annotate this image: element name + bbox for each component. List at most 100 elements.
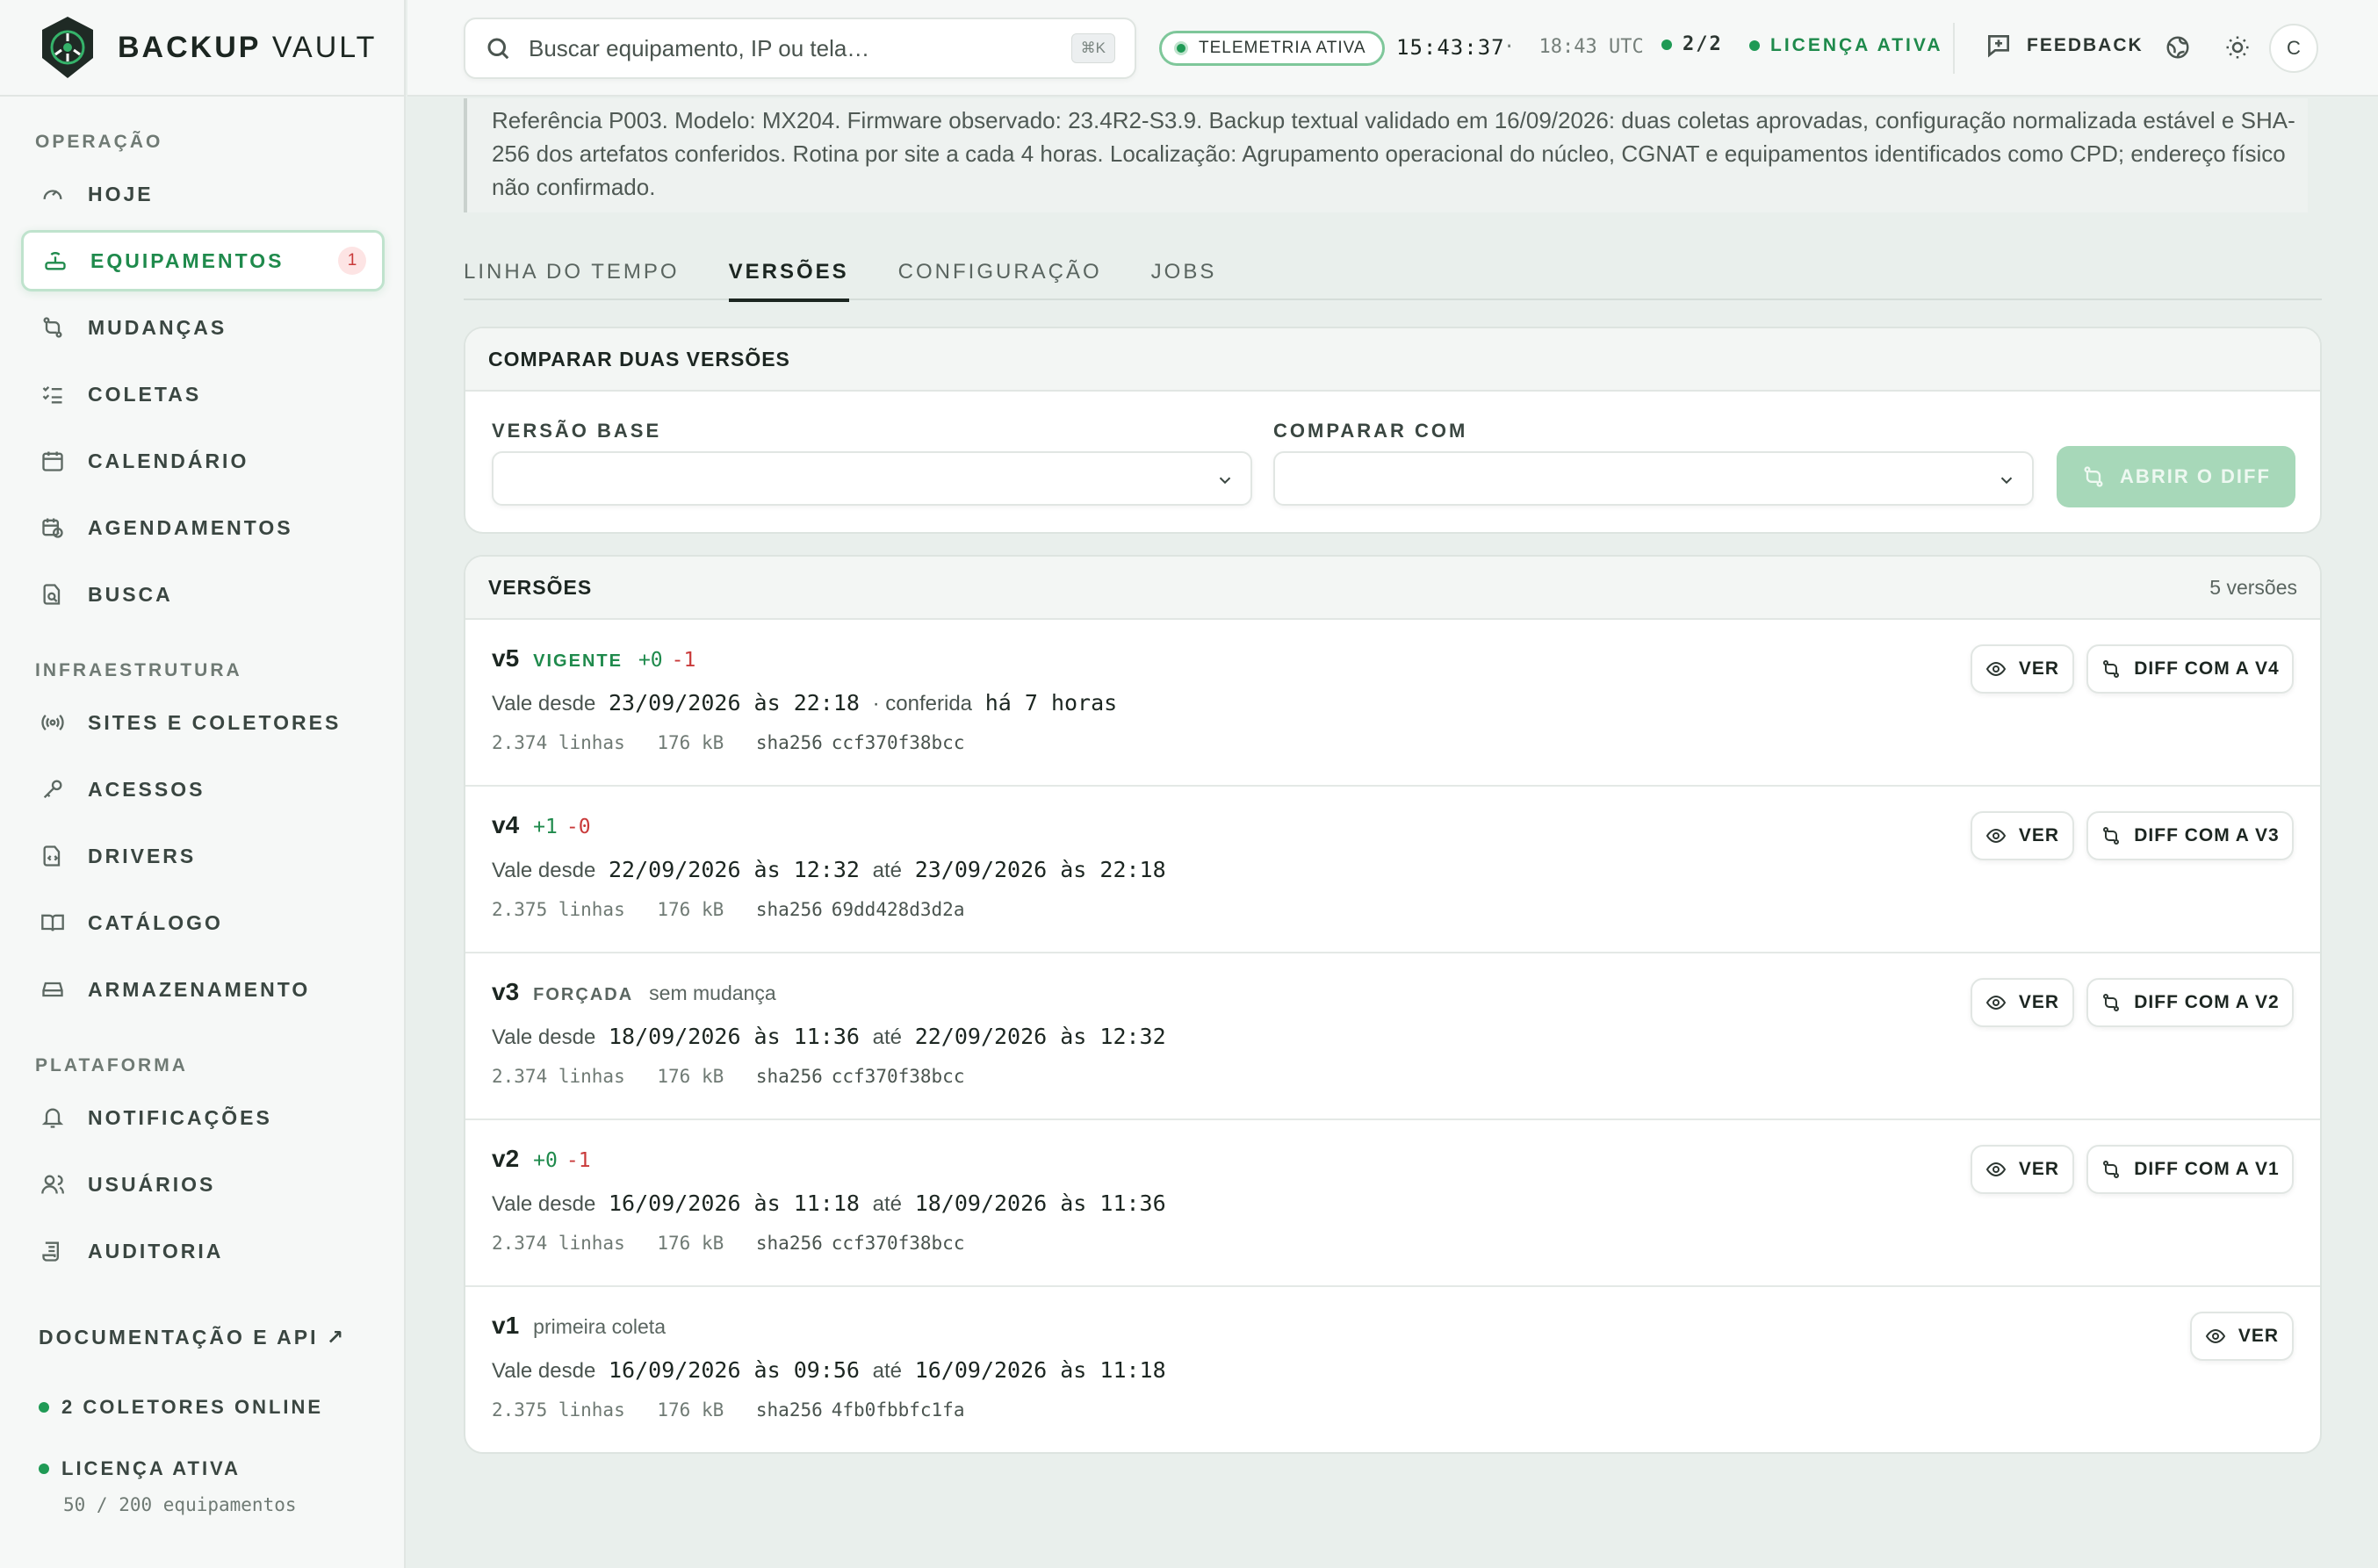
open-diff-label: ABRIR O DIFF xyxy=(2120,465,2271,487)
view-version-button[interactable]: VER xyxy=(1971,978,2074,1027)
router-icon xyxy=(41,247,69,275)
diff-label: DIFF COM A V4 xyxy=(2134,658,2280,679)
versions-count: 5 versões xyxy=(2209,575,2297,599)
collectors-status-label: 2 COLETORES ONLINE xyxy=(61,1396,324,1418)
sidebar-item-equipamentos[interactable]: EQUIPAMENTOS 1 xyxy=(21,230,385,291)
sidebar-item-label: AGENDAMENTOS xyxy=(88,515,293,539)
tab-versoes[interactable]: VERSÕES xyxy=(728,246,849,302)
view-version-button[interactable]: VER xyxy=(2190,1312,2294,1361)
diff-label: DIFF COM A V1 xyxy=(2134,1159,2280,1179)
validity-connector: · conferida xyxy=(872,692,973,716)
compare-card: COMPARAR DUAS VERSÕES VERSÃO BASE COMPAR… xyxy=(464,327,2322,534)
tab-jobs[interactable]: JOBS xyxy=(1151,246,1217,300)
view-version-button[interactable]: VER xyxy=(1971,644,2074,694)
eye-icon xyxy=(1985,661,2007,677)
sidebar-item-coletas[interactable]: COLETAS xyxy=(21,363,385,425)
validity-period: Vale desde 16/09/2026 às 09:56 até 16/09… xyxy=(492,1357,1173,1384)
list-checks-icon xyxy=(39,380,67,408)
base-version-label: VERSÃO BASE xyxy=(492,420,662,442)
sidebar-item-calendario[interactable]: CALENDÁRIO xyxy=(21,430,385,492)
search-placeholder: Buscar equipamento, IP ou tela… xyxy=(529,34,870,61)
version-name: v4 xyxy=(492,811,520,838)
checksum-label: sha256 xyxy=(755,899,823,920)
sidebar-item-catalogo[interactable]: CATÁLOGO xyxy=(21,892,385,953)
valid-to: 22/09/2026 às 12:32 xyxy=(914,1024,1166,1049)
vault-logo-icon xyxy=(42,17,93,78)
sidebar-item-notificacoes[interactable]: NOTIFICAÇÕES xyxy=(21,1087,385,1148)
view-version-button[interactable]: VER xyxy=(1971,1145,2074,1194)
tab-linha-do-tempo[interactable]: LINHA DO TEMPO xyxy=(464,246,680,300)
theme-toggle-button[interactable] xyxy=(2220,30,2255,65)
view-label: VER xyxy=(2237,1326,2280,1346)
version-row: v2 +0 -1 Vale desde 16/09/2026 às 11:18 … xyxy=(465,1120,2320,1287)
license-usage: 50 / 200 equipamentos xyxy=(63,1494,297,1515)
validity-prefix: Vale desde xyxy=(492,692,596,716)
documentation-link[interactable]: DOCUMENTAÇÃO E API ↗ xyxy=(39,1326,346,1349)
checksum-label: sha256 xyxy=(755,1066,823,1087)
checksum-value: ccf370f38bcc xyxy=(831,1066,965,1087)
version-header: v1 primeira coleta xyxy=(492,1312,666,1340)
diff-version-button[interactable]: DIFF COM A V3 xyxy=(2086,811,2294,860)
brand[interactable]: BACKUP VAULT xyxy=(0,0,404,97)
globe-icon xyxy=(2166,36,2189,59)
utc-clock-value: 18:43 UTC xyxy=(1538,36,1644,58)
line-count: 2.374 linhas xyxy=(492,732,625,753)
version-name: v1 xyxy=(492,1312,520,1339)
sidebar-item-auditoria[interactable]: AUDITORIA xyxy=(21,1220,385,1282)
eye-icon xyxy=(1985,995,2007,1011)
view-label: VER xyxy=(2018,825,2060,845)
view-label: VER xyxy=(2018,992,2060,1012)
version-header: v2 +0 -1 xyxy=(492,1145,591,1173)
valid-to: 23/09/2026 às 22:18 xyxy=(914,857,1166,882)
version-metadata: 2.374 linhas 176 kB sha256 ccf370f38bcc xyxy=(492,732,1006,753)
lines-added: +0 xyxy=(533,1149,558,1172)
sidebar-item-label: SITES E COLETORES xyxy=(88,710,342,734)
sidebar-item-hoje[interactable]: HOJE xyxy=(21,163,385,225)
checksum: sha256 ccf370f38bcc xyxy=(756,1233,986,1254)
view-version-button[interactable]: VER xyxy=(1971,811,2074,860)
sidebar-item-acessos[interactable]: ACESSOS xyxy=(21,759,385,820)
sidebar-item-usuarios[interactable]: USUÁRIOS xyxy=(21,1154,385,1215)
tab-configuracao[interactable]: CONFIGURAÇÃO xyxy=(898,246,1102,300)
valid-from: 18/09/2026 às 11:36 xyxy=(608,1024,860,1049)
license-status: LICENÇA ATIVA xyxy=(39,1457,241,1480)
bell-icon xyxy=(39,1104,67,1132)
validity-connector: até xyxy=(872,859,903,882)
git-compare-icon xyxy=(2103,1161,2120,1178)
checksum-label: sha256 xyxy=(755,1399,823,1421)
eye-icon xyxy=(1985,1162,2007,1177)
telemetry-label: TELEMETRIA ATIVA xyxy=(1199,39,1366,57)
diff-version-button[interactable]: DIFF COM A V2 xyxy=(2086,978,2294,1027)
versions-card: VERSÕES 5 versões v5 VIGENTE +0 -1 Vale … xyxy=(464,555,2322,1454)
sidebar-item-armazenamento[interactable]: ARMAZENAMENTO xyxy=(21,959,385,1020)
book-icon xyxy=(39,909,67,937)
globe-button[interactable] xyxy=(2160,30,2195,65)
file-code-icon xyxy=(39,842,67,870)
sun-icon xyxy=(2226,36,2249,59)
diff-version-button[interactable]: DIFF COM A V1 xyxy=(2086,1145,2294,1194)
checksum: sha256 4fb0fbbfc1fa xyxy=(756,1399,986,1421)
diff-version-button[interactable]: DIFF COM A V4 xyxy=(2086,644,2294,694)
version-header: v3 FORÇADA sem mudança xyxy=(492,978,776,1006)
open-diff-button[interactable]: ABRIR O DIFF xyxy=(2057,446,2295,507)
version-tag: FORÇADA xyxy=(533,985,634,1004)
compare-with-select[interactable] xyxy=(1273,451,2034,506)
avatar[interactable]: C xyxy=(2269,24,2318,73)
sidebar-item-sites[interactable]: SITES E COLETORES xyxy=(21,692,385,753)
version-row: v5 VIGENTE +0 -1 Vale desde 23/09/2026 à… xyxy=(465,620,2320,787)
sidebar-item-mudancas[interactable]: MUDANÇAS xyxy=(21,297,385,358)
sidebar-item-drivers[interactable]: DRIVERS xyxy=(21,825,385,887)
search-input[interactable]: Buscar equipamento, IP ou tela… ⌘K xyxy=(464,18,1136,79)
lines-added: +1 xyxy=(533,816,558,838)
version-name: v3 xyxy=(492,978,520,1005)
version-row: v3 FORÇADA sem mudança Vale desde 18/09/… xyxy=(465,953,2320,1120)
sidebar-item-busca[interactable]: BUSCA xyxy=(21,564,385,625)
tabs: LINHA DO TEMPO VERSÕES CONFIGURAÇÃO JOBS xyxy=(464,246,2322,302)
sidebar-item-label: MUDANÇAS xyxy=(88,315,227,339)
checksum: sha256 ccf370f38bcc xyxy=(756,1066,986,1087)
base-version-select[interactable] xyxy=(492,451,1252,506)
feedback-button[interactable]: FEEDBACK xyxy=(1985,32,2144,60)
utc-clock: · 18:43 UTC xyxy=(1503,36,1644,58)
sidebar-item-agendamentos[interactable]: AGENDAMENTOS xyxy=(21,497,385,558)
version-name: v5 xyxy=(492,644,520,672)
